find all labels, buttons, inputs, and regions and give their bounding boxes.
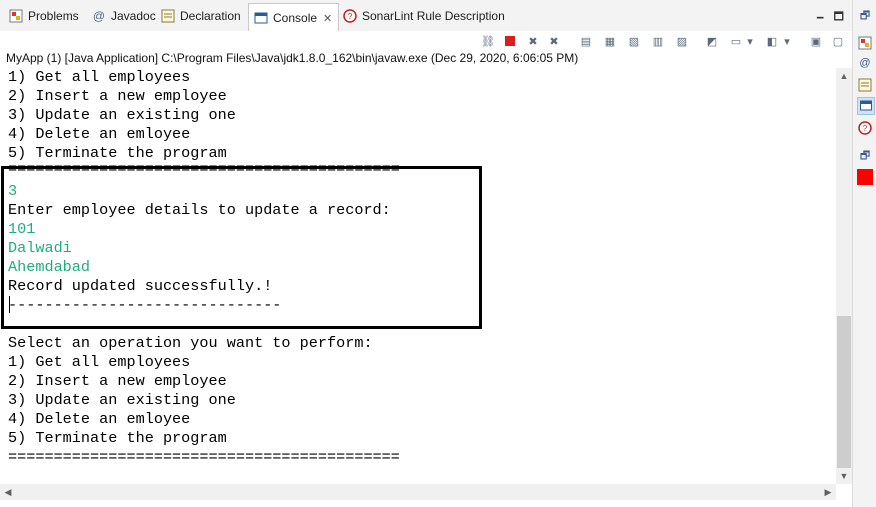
declaration-icon: [160, 8, 176, 24]
console-toolbar: ⛓ ✖ ✖ ▤ ▦ ▧ ▥ ▨ ◩ ▭ ▾ ◧ ▾ ▣ ▢: [0, 31, 852, 51]
terminate-icon[interactable]: [502, 33, 518, 49]
console-input-line: Dalwadi: [8, 239, 72, 257]
pin-console-icon[interactable]: ◩: [704, 33, 720, 49]
scrollbar-thumb[interactable]: [837, 316, 851, 468]
console-line: ========================================…: [8, 448, 400, 466]
svg-text:?: ?: [863, 124, 868, 133]
svg-text:?: ?: [348, 12, 353, 21]
vertical-scrollbar[interactable]: ▲ ▼: [836, 68, 852, 484]
javadoc-icon: @: [92, 9, 106, 23]
tab-label: Console: [273, 11, 318, 25]
sonarlint-icon[interactable]: ?: [857, 120, 873, 136]
console-line: 5) Terminate the program: [8, 144, 227, 162]
console-line: 4) Delete an emloyee: [8, 410, 191, 428]
console-input-line: Ahemdabad: [8, 258, 91, 276]
dropdown-icon[interactable]: ▾: [745, 33, 755, 49]
tab-console[interactable]: Console ✕: [248, 3, 340, 32]
scroll-right-icon[interactable]: ▶: [820, 484, 836, 500]
console-line: 2) Insert a new employee: [8, 372, 227, 390]
display-selected-console-icon[interactable]: ▭: [728, 33, 744, 49]
red-marker-icon[interactable]: [857, 169, 873, 185]
minimize-icon[interactable]: ▣: [808, 33, 824, 49]
console-line: Select an operation you want to perform:: [8, 334, 373, 352]
console-line: Record updated successfully.!: [8, 277, 273, 295]
clear-console-icon[interactable]: ▨: [674, 33, 690, 49]
console-line: 3) Update an existing one: [8, 106, 236, 124]
tab-javadoc[interactable]: @ Javadoc: [91, 4, 156, 28]
problems-icon[interactable]: [857, 35, 873, 51]
tab-problems[interactable]: Problems: [8, 4, 79, 28]
restore-icon[interactable]: 🗗: [857, 8, 873, 24]
maximize-icon[interactable]: 🗖: [834, 8, 844, 27]
tab-label: Problems: [28, 9, 79, 23]
console-line: 1) Get all employees: [8, 353, 191, 371]
console-input-line: 101: [8, 220, 36, 238]
minimize-icon[interactable]: 🗕: [816, 8, 824, 27]
sonarlint-icon: ?: [342, 8, 358, 24]
remove-launch-icon[interactable]: ✖: [525, 33, 541, 49]
console-line: 3) Update an existing one: [8, 391, 236, 409]
close-icon[interactable]: ✕: [323, 12, 332, 25]
launch-info: MyApp (1) [Java Application] C:\Program …: [6, 51, 579, 65]
console-output[interactable]: 1) Get all employees 2) Insert a new emp…: [0, 68, 836, 484]
console-line: 2) Insert a new employee: [8, 87, 227, 105]
scroll-left-icon[interactable]: ◀: [0, 484, 16, 500]
restore-icon[interactable]: 🗗: [857, 148, 873, 164]
word-wrap-icon[interactable]: ▥: [650, 33, 666, 49]
horizontal-scrollbar[interactable]: ◀ ▶: [0, 484, 836, 500]
console-line: 1) Get all employees: [8, 68, 191, 86]
console-icon: [253, 10, 269, 26]
javadoc-icon[interactable]: @: [857, 55, 873, 71]
console-icon[interactable]: [857, 97, 875, 115]
tab-label: Javadoc: [111, 9, 156, 23]
console-line: Enter employee details to update a recor…: [8, 201, 391, 219]
show-on-stderr-icon[interactable]: ▧: [626, 33, 642, 49]
tab-label: Declaration: [180, 9, 241, 23]
maximize-icon[interactable]: ▢: [830, 33, 846, 49]
scroll-lock-icon[interactable]: ▤: [578, 33, 594, 49]
text-cursor: [9, 296, 10, 313]
declaration-icon[interactable]: [857, 77, 873, 93]
scroll-up-icon[interactable]: ▲: [836, 68, 852, 84]
view-tab-bar: Problems @ Javadoc Declaration Console ✕…: [0, 0, 852, 32]
show-on-stdout-icon[interactable]: ▦: [602, 33, 618, 49]
problems-icon: [8, 8, 24, 24]
console-line: 4) Delete an emloyee: [8, 125, 191, 143]
console-line: ========================================…: [8, 163, 400, 175]
tab-declaration[interactable]: Declaration: [160, 4, 241, 28]
console-line: 5) Terminate the program: [8, 429, 227, 447]
right-trim-stack: 🗗 @ ? 🗗: [852, 0, 876, 507]
tab-label: SonarLint Rule Description: [362, 9, 505, 23]
scroll-down-icon[interactable]: ▼: [836, 468, 852, 484]
link-icon[interactable]: ⛓: [480, 33, 496, 49]
remove-all-terminated-icon[interactable]: ✖: [546, 33, 562, 49]
open-console-icon[interactable]: ◧: [764, 33, 780, 49]
console-line: ------------------------------: [8, 296, 282, 314]
tab-sonarlint-rule-description[interactable]: ? SonarLint Rule Description: [342, 4, 505, 28]
console-input-line: 3: [8, 182, 18, 200]
dropdown-icon[interactable]: ▾: [782, 33, 792, 49]
